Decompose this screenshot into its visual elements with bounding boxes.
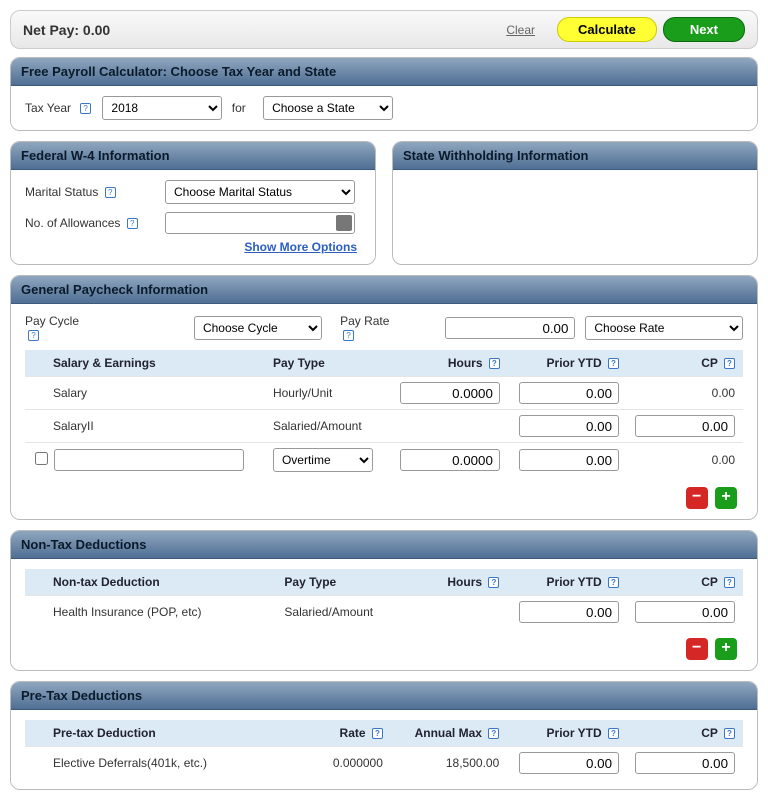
help-icon[interactable]: ? [608,577,619,588]
ytd-input[interactable] [519,382,619,404]
help-icon[interactable]: ? [127,218,138,229]
add-row-button[interactable]: + [715,487,737,509]
help-icon[interactable]: ? [724,577,735,588]
hours-input[interactable] [400,449,500,471]
pay-rate-unit-select[interactable]: Choose Rate [585,316,743,340]
nontax-header: Non-Tax Deductions [11,531,757,559]
nontax-table: Non-tax Deduction Pay Type Hours ? Prior… [25,569,743,628]
state-select[interactable]: Choose a State [263,96,393,120]
help-icon[interactable]: ? [608,358,619,369]
calculator-icon[interactable] [336,215,352,231]
pay-cycle-label: Pay Cycle [25,314,79,328]
pay-rate-label: Pay Rate [340,314,389,328]
table-row: SalaryII Salaried/Amount [25,410,743,443]
pretax-table: Pre-tax Deduction Rate ? Annual Max ? Pr… [25,720,743,779]
help-icon[interactable]: ? [488,728,499,739]
next-button[interactable]: Next [663,17,745,42]
pretax-header: Pre-Tax Deductions [11,682,757,710]
tax-year-header: Free Payroll Calculator: Choose Tax Year… [11,58,757,86]
help-icon[interactable]: ? [488,577,499,588]
help-icon[interactable]: ? [105,187,116,198]
for-label: for [232,101,246,115]
col-salary: Salary & Earnings [25,350,265,377]
col-hours: Hours ? [392,350,508,377]
help-icon[interactable]: ? [489,358,500,369]
net-pay-label: Net Pay: 0.00 [23,22,506,38]
table-row: Salary Hourly/Unit 0.00 [25,377,743,410]
calculate-button[interactable]: Calculate [557,17,657,42]
tax-year-label: Tax Year [25,101,71,115]
marital-status-label: Marital Status [25,185,98,199]
nontax-panel: Non-Tax Deductions Non-tax Deduction Pay… [10,530,758,671]
help-icon[interactable]: ? [372,728,383,739]
clear-link[interactable]: Clear [506,23,535,37]
help-icon[interactable]: ? [80,103,91,114]
custom-name-input[interactable] [54,449,244,471]
col-cp: CP ? [627,350,743,377]
table-row: Elective Deferrals(401k, etc.) 0.000000 … [25,747,743,780]
show-more-link[interactable]: Show More Options [25,240,361,254]
table-row: Health Insurance (POP, etc) Salaried/Amo… [25,596,743,629]
allowances-label: No. of Allowances [25,216,120,230]
earnings-table: Salary & Earnings Pay Type Hours ? Prior… [25,350,743,477]
tax-year-select[interactable]: 2018 [102,96,222,120]
marital-status-select[interactable]: Choose Marital Status [165,180,355,204]
remove-row-button[interactable]: − [686,638,708,660]
tax-year-panel: Free Payroll Calculator: Choose Tax Year… [10,57,758,131]
ytd-input[interactable] [519,449,619,471]
w4-header: Federal W-4 Information [11,142,375,170]
paycheck-panel: General Paycheck Information Pay Cycle ?… [10,275,758,520]
col-paytype: Pay Type [265,350,392,377]
custom-paytype-select[interactable]: Overtime [273,448,373,472]
cp-input[interactable] [635,752,735,774]
pay-rate-input[interactable] [445,317,575,339]
paycheck-header: General Paycheck Information [11,276,757,304]
help-icon[interactable]: ? [724,728,735,739]
cp-input[interactable] [635,415,735,437]
ytd-input[interactable] [519,601,619,623]
remove-row-button[interactable]: − [686,487,708,509]
pay-cycle-select[interactable]: Choose Cycle [194,316,322,340]
w4-panel: Federal W-4 Information Marital Status ?… [10,141,376,265]
hours-input[interactable] [400,382,500,404]
table-row: Overtime 0.00 [25,443,743,478]
help-icon[interactable]: ? [28,330,39,341]
add-row-button[interactable]: + [715,638,737,660]
custom-row-checkbox[interactable] [35,452,48,465]
help-icon[interactable]: ? [343,330,354,341]
top-bar: Net Pay: 0.00 Clear Calculate Next [10,10,758,49]
ytd-input[interactable] [519,752,619,774]
ytd-input[interactable] [519,415,619,437]
help-icon[interactable]: ? [608,728,619,739]
cp-input[interactable] [635,601,735,623]
help-icon[interactable]: ? [724,358,735,369]
allowances-input[interactable] [165,212,355,234]
state-withholding-panel: State Withholding Information [392,141,758,265]
pretax-panel: Pre-Tax Deductions Pre-tax Deduction Rat… [10,681,758,790]
col-ytd: Prior YTD ? [508,350,627,377]
state-withholding-header: State Withholding Information [393,142,757,170]
